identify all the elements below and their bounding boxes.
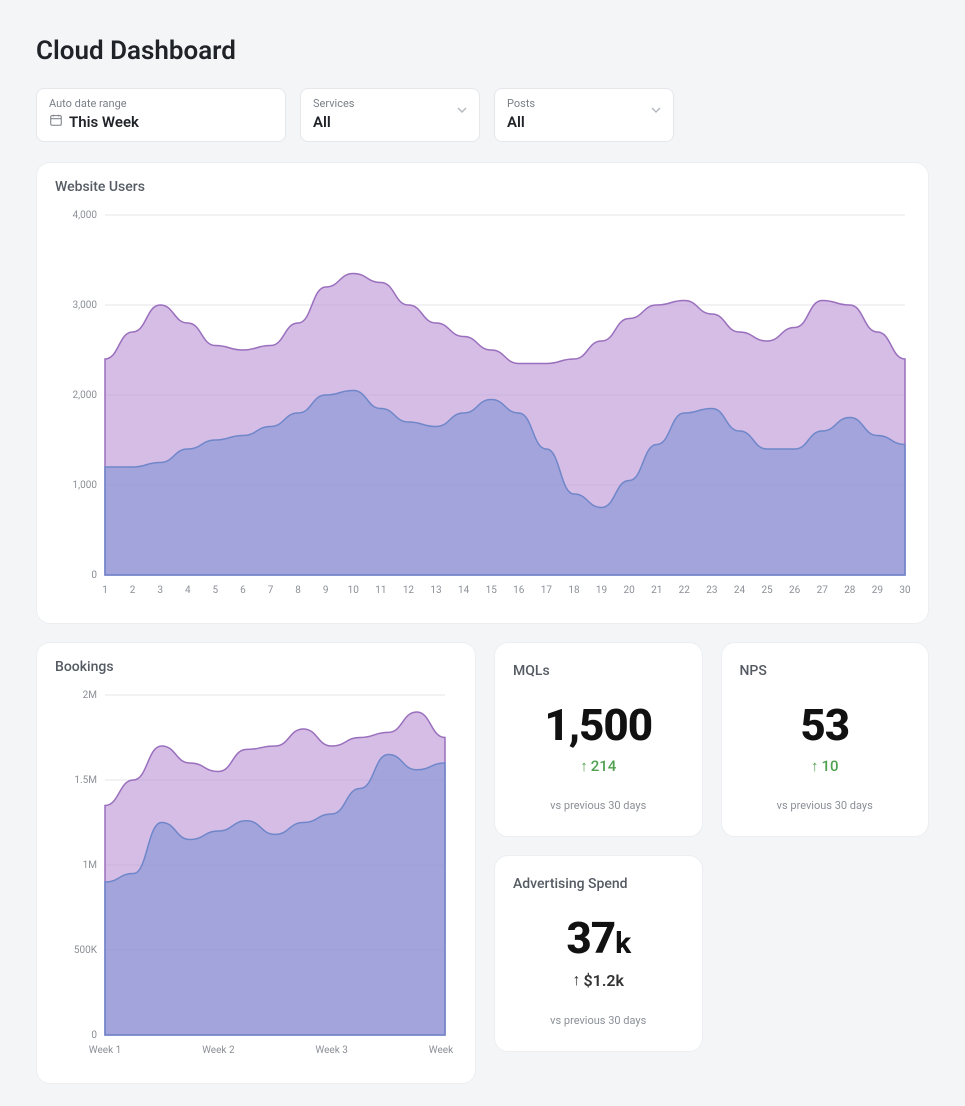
svg-text:20: 20 (624, 585, 636, 596)
svg-text:13: 13 (430, 585, 441, 596)
calendar-icon (49, 113, 63, 131)
svg-text:Week 2: Week 2 (202, 1045, 235, 1056)
svg-text:27: 27 (817, 585, 829, 596)
svg-text:26: 26 (789, 585, 801, 596)
website-users-chart: 01,0002,0003,0004,0001234567891011121314… (55, 205, 915, 605)
svg-text:0: 0 (91, 570, 97, 581)
svg-text:18: 18 (568, 585, 580, 596)
svg-text:3,000: 3,000 (73, 300, 98, 311)
svg-text:9: 9 (323, 585, 329, 596)
mqls-delta-value: 214 (591, 757, 617, 775)
dashboard-page: Cloud Dashboard Auto date range This Wee… (14, 14, 951, 1106)
date-range-filter[interactable]: Auto date range This Week (36, 88, 286, 142)
svg-text:25: 25 (761, 585, 773, 596)
ad-value: 37k (513, 912, 684, 964)
svg-text:10: 10 (348, 585, 360, 596)
svg-text:6: 6 (240, 585, 246, 596)
svg-text:4,000: 4,000 (73, 210, 98, 221)
svg-text:2: 2 (130, 585, 136, 596)
svg-text:Week 4: Week 4 (429, 1045, 455, 1056)
date-range-value: This Week (69, 113, 139, 131)
svg-text:4: 4 (185, 585, 191, 596)
services-filter[interactable]: Services All (300, 88, 480, 142)
svg-text:28: 28 (844, 585, 856, 596)
svg-text:0: 0 (91, 1030, 97, 1041)
chevron-down-icon (457, 105, 467, 115)
svg-text:14: 14 (458, 585, 470, 596)
chart-title: Website Users (55, 179, 910, 195)
mqls-card: MQLs 1,500 ↑ 214 vs previous 30 days (494, 642, 703, 837)
svg-text:2,000: 2,000 (73, 390, 98, 401)
metric-note: vs previous 30 days (513, 799, 684, 812)
chart-title: Bookings (55, 659, 457, 675)
arrow-up-icon: ↑ (811, 757, 819, 775)
ad-value-number: 37 (566, 912, 615, 964)
svg-text:3: 3 (157, 585, 163, 596)
nps-delta: ↑ 10 (811, 757, 839, 775)
ad-value-suffix: k (615, 926, 630, 961)
svg-text:Week 3: Week 3 (315, 1045, 348, 1056)
svg-text:23: 23 (706, 585, 717, 596)
svg-text:1.5M: 1.5M (74, 775, 97, 786)
svg-text:500K: 500K (74, 945, 98, 956)
arrow-up-icon: ↑ (580, 757, 588, 775)
services-value: All (313, 113, 331, 131)
posts-value: All (507, 113, 525, 131)
bookings-card: Bookings 0 500K 1M 1.5M 2M Week 1 Week 2 Week 3… (36, 642, 476, 1084)
posts-filter[interactable]: Posts All (494, 88, 674, 142)
arrow-up-icon: ↑ (573, 970, 581, 990)
svg-text:24: 24 (734, 585, 746, 596)
mqls-value: 1,500 (513, 699, 684, 751)
filters-row: Auto date range This Week Services All P… (36, 88, 929, 142)
filter-label: Posts (507, 97, 661, 110)
metric-note: vs previous 30 days (740, 799, 911, 812)
svg-text:11: 11 (375, 585, 386, 596)
mqls-delta: ↑ 214 (580, 757, 616, 775)
bookings-chart: 0 500K 1M 1.5M 2M Week 1 Week 2 Week 3 Week 4 (55, 685, 455, 1065)
metric-title: MQLs (513, 663, 684, 679)
svg-text:17: 17 (541, 585, 553, 596)
metric-column-2: NPS 53 ↑ 10 vs previous 30 days (721, 642, 930, 1084)
svg-text:2M: 2M (83, 690, 97, 701)
svg-text:1: 1 (102, 585, 108, 596)
nps-delta-value: 10 (821, 757, 838, 775)
metric-title: Advertising Spend (513, 876, 684, 892)
svg-text:29: 29 (872, 585, 883, 596)
page-title: Cloud Dashboard (36, 36, 929, 66)
chevron-down-icon (651, 105, 661, 115)
website-users-card: Website Users 01,0002,0003,0004,00012345… (36, 162, 929, 624)
nps-value: 53 (740, 699, 911, 751)
svg-text:22: 22 (679, 585, 691, 596)
metric-column-1: MQLs 1,500 ↑ 214 vs previous 30 days Adv… (494, 642, 703, 1084)
svg-text:16: 16 (513, 585, 525, 596)
svg-text:15: 15 (486, 585, 498, 596)
filter-label: Services (313, 97, 467, 110)
svg-text:8: 8 (295, 585, 301, 596)
svg-text:Week 1: Week 1 (89, 1045, 122, 1056)
bottom-row: Bookings 0 500K 1M 1.5M 2M Week 1 Week 2 Week 3… (36, 642, 929, 1084)
svg-text:1M: 1M (83, 860, 97, 871)
ad-delta-value: $1.2k (584, 971, 624, 990)
svg-text:21: 21 (651, 585, 662, 596)
svg-text:5: 5 (213, 585, 219, 596)
metric-note: vs previous 30 days (513, 1014, 684, 1027)
svg-text:19: 19 (596, 585, 607, 596)
nps-card: NPS 53 ↑ 10 vs previous 30 days (721, 642, 930, 837)
ad-delta: ↑ $1.2k (573, 970, 624, 990)
filter-label: Auto date range (49, 97, 273, 110)
advertising-spend-card: Advertising Spend 37k ↑ $1.2k vs previou… (494, 855, 703, 1052)
svg-text:7: 7 (268, 585, 274, 596)
metric-title: NPS (740, 663, 911, 679)
svg-text:1,000: 1,000 (73, 480, 98, 491)
svg-text:30: 30 (899, 585, 911, 596)
svg-text:12: 12 (403, 585, 415, 596)
